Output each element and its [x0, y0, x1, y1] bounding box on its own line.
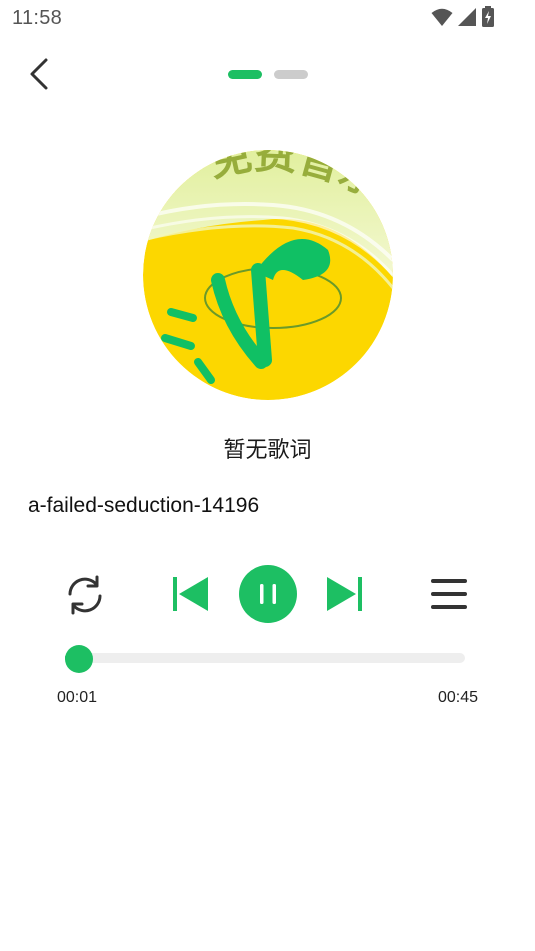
lyrics-text: 暂无歌词: [223, 437, 312, 462]
song-title: a-failed-seduction-14196: [28, 494, 260, 517]
status-time: 11:58: [12, 7, 63, 29]
repeat-icon: [64, 574, 106, 616]
skip-next-icon: [325, 575, 363, 613]
page-dot-lyrics[interactable]: [274, 70, 308, 79]
page-dot-player[interactable]: [228, 70, 262, 79]
progress-slider[interactable]: [65, 645, 465, 673]
wifi-icon: [431, 7, 453, 27]
signal-icon: [457, 7, 477, 27]
playlist-menu-icon: [430, 576, 468, 612]
play-pause-button[interactable]: [239, 565, 297, 623]
page-indicator: [228, 70, 308, 79]
total-time: 00:45: [437, 689, 478, 706]
player-controls: [0, 562, 535, 626]
battery-charging-icon: [481, 6, 495, 28]
album-cover: 免费音乐: [143, 150, 393, 400]
back-button[interactable]: [20, 54, 60, 94]
progress-track: [65, 653, 465, 663]
status-bar: 11:58: [0, 0, 535, 38]
skip-previous-icon: [172, 575, 210, 613]
chevron-left-icon: [20, 58, 60, 98]
status-icons: [431, 6, 495, 28]
playlist-button[interactable]: [430, 576, 468, 612]
repeat-button[interactable]: [64, 574, 106, 616]
progress-thumb[interactable]: [65, 645, 93, 673]
next-button[interactable]: [325, 575, 363, 613]
previous-button[interactable]: [172, 575, 210, 613]
current-time: 00:01: [57, 689, 98, 706]
